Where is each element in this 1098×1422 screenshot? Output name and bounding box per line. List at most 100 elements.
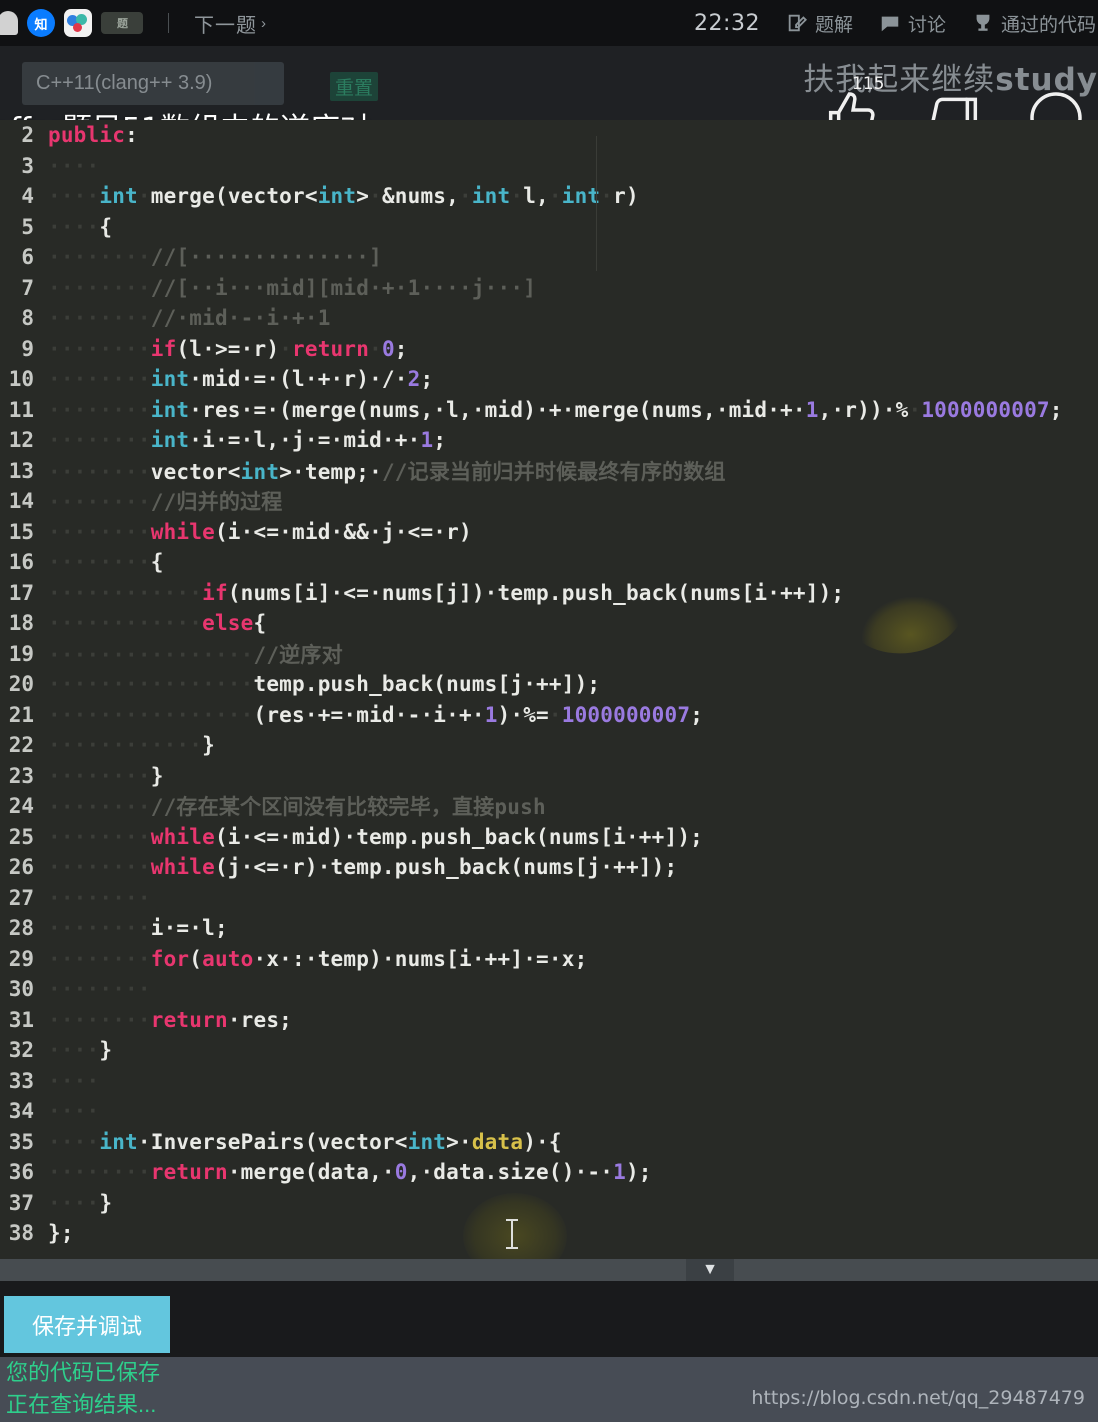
result-line: 您的代码已保存 [6, 1360, 161, 1385]
line-number: 3 [21, 153, 34, 178]
code-line: 7 ········//[··i···mid][mid·+·1····j···] [0, 273, 1098, 304]
code-text[interactable]: ···· [44, 1066, 1098, 1097]
discussion-tab-label: 讨论 [907, 14, 946, 36]
code-line: 20 ················temp.push_back(nums[j·… [0, 669, 1098, 700]
code-line: 19 ················//逆序对 [0, 639, 1098, 670]
code-line: 25 ········while(i·<=·mid)·temp.push_back… [0, 822, 1098, 853]
code-line: 23 ········} [0, 761, 1098, 792]
code-text[interactable]: ················(res·+=·mid·-·i·+·1)·%=·… [44, 700, 1098, 731]
code-line: 16 ········{ [0, 547, 1098, 578]
line-number: 27 [8, 885, 34, 910]
line-number: 32 [8, 1038, 34, 1063]
sub-header: C++11(clang++ 3.9) 重置 扶我起来继续study 115 [0, 46, 1098, 147]
code-text[interactable]: ················temp.push_back(nums[j·++… [44, 669, 1098, 700]
code-line: 12 ········int·i·=·l,·j·=·mid·+·1; [0, 425, 1098, 456]
code-text[interactable]: ········ [44, 883, 1098, 914]
code-text[interactable]: ········while(i·<=·mid·&&·j·<=·r) [44, 517, 1098, 548]
code-text[interactable]: ········int·mid·=·(l·+·r)·/·2; [44, 364, 1098, 395]
code-text[interactable]: ····int·InversePairs(vector<int>·data)·{ [44, 1127, 1098, 1158]
code-text[interactable]: ········vector<int>·temp;·//记录当前归并时候最终有序… [44, 456, 1098, 487]
language-select[interactable]: C++11(clang++ 3.9) [22, 62, 284, 105]
reset-code-button[interactable]: 重置 [330, 72, 379, 101]
discussion-tab[interactable]: 讨论 [879, 10, 946, 37]
code-text[interactable]: ········while(i·<=·mid)·temp.push_back(n… [44, 822, 1098, 853]
line-number: 31 [8, 1007, 34, 1032]
code-text[interactable]: ················//逆序对 [44, 639, 1098, 670]
code-text[interactable]: ········//[··i···mid][mid·+·1····j···] [44, 273, 1098, 304]
messenger-icon[interactable] [0, 11, 18, 35]
text-cursor-icon [506, 1219, 518, 1249]
code-text[interactable]: ········return·merge(data,·0,·data.size(… [44, 1157, 1098, 1188]
code-line: 28 ········i·=·l; [0, 913, 1098, 944]
indent-guide [596, 136, 597, 271]
code-line: 2 public: [0, 120, 1098, 151]
code-text[interactable]: ····int·merge(vector<int>·&nums,·int·l,·… [44, 181, 1098, 212]
code-text[interactable]: ········//归并的过程 [44, 486, 1098, 517]
vote-count: 115 [852, 74, 885, 94]
code-text[interactable]: ········while(j·<=·r)·temp.push_back(num… [44, 852, 1098, 883]
accepted-code-tab[interactable]: 通过的代码 [972, 10, 1096, 37]
code-text[interactable]: ····{ [44, 212, 1098, 243]
code-line: 15 ········while(i·<=·mid·&&·j·<=·r) [0, 517, 1098, 548]
code-text[interactable]: ········i·=·l; [44, 913, 1098, 944]
line-number: 2 [21, 123, 34, 148]
solution-tab[interactable]: 题解 [786, 10, 853, 37]
line-number: 5 [21, 214, 34, 239]
code-text[interactable]: ············} [44, 730, 1098, 761]
code-text[interactable]: ········int·i·=·l,·j·=·mid·+·1; [44, 425, 1098, 456]
code-text[interactable]: ········return·res; [44, 1005, 1098, 1036]
line-number: 29 [8, 946, 34, 971]
line-number: 24 [8, 794, 34, 819]
code-line: 3 ···· [0, 151, 1098, 182]
code-editor[interactable]: 2 public: 3 ···· 4 ····int·merge(vector<int>·… [0, 120, 1098, 1259]
next-question-button[interactable]: 下一题 › [194, 9, 267, 38]
code-text[interactable]: }; [44, 1218, 1098, 1249]
code-text[interactable]: ····} [44, 1188, 1098, 1219]
code-line: 34 ···· [0, 1096, 1098, 1127]
code-text[interactable]: ········ [44, 974, 1098, 1005]
line-number: 21 [8, 702, 34, 727]
code-text[interactable]: ········//·mid·-·i·+·1 [44, 303, 1098, 334]
code-line: 32 ····} [0, 1035, 1098, 1066]
code-text[interactable]: ············if(nums[i]·<=·nums[j])·temp.… [44, 578, 1098, 609]
code-text[interactable]: ········//存在某个区间没有比较完毕，直接push [44, 791, 1098, 822]
status-bar-actions: 22:32 题解 讨论 通过的代码 [694, 10, 1098, 37]
save-and-debug-button[interactable]: 保存并调试 [4, 1296, 170, 1353]
note-edit-icon [786, 12, 808, 34]
code-text[interactable]: ········if(l·>=·r)·return·0; [44, 334, 1098, 365]
code-line: 5 ····{ [0, 212, 1098, 243]
code-line: 11 ········int·res·=·(merge(nums,·l,·mid)… [0, 395, 1098, 426]
code-text[interactable]: ········for(auto·x·:·temp)·nums[i·++]·=·… [44, 944, 1098, 975]
line-number: 17 [8, 580, 34, 605]
code-text[interactable]: ····} [44, 1035, 1098, 1066]
line-number: 10 [8, 367, 34, 392]
code-text[interactable]: ············else{ [44, 608, 1098, 639]
code-text[interactable]: ········int·res·=·(merge(nums,·l,·mid)·+… [44, 395, 1098, 426]
solution-tab-label: 题解 [814, 14, 853, 36]
misc-app-icon[interactable]: 题 [101, 12, 143, 34]
line-number: 20 [8, 672, 34, 697]
panel-splitter[interactable]: ▼ [0, 1259, 1098, 1281]
code-text[interactable]: ········{ [44, 547, 1098, 578]
line-number: 19 [8, 641, 34, 666]
code-line: 6 ········//[··············] [0, 242, 1098, 273]
zhihu-icon[interactable]: 知 [27, 9, 55, 37]
code-line: 38}; [0, 1218, 1098, 1249]
code-line: 22 ············} [0, 730, 1098, 761]
cloud-app-icon[interactable] [64, 9, 92, 37]
code-text[interactable]: ········} [44, 761, 1098, 792]
chevron-down-icon[interactable]: ▼ [686, 1259, 734, 1281]
trophy-icon [972, 12, 994, 34]
line-number: 30 [8, 977, 34, 1002]
line-number: 9 [21, 336, 34, 361]
code-text[interactable]: ···· [44, 151, 1098, 182]
code-line: 13 ········vector<int>·temp;·//记录当前归并时候最终… [0, 456, 1098, 487]
line-number: 7 [21, 275, 34, 300]
line-number: 14 [8, 489, 34, 514]
code-line: 33 ···· [0, 1066, 1098, 1097]
line-number: 4 [21, 184, 34, 209]
code-line: 26 ········while(j·<=·r)·temp.push_back(n… [0, 852, 1098, 883]
code-text[interactable]: public: [44, 120, 1098, 151]
code-text[interactable]: ········//[··············] [44, 242, 1098, 273]
code-text[interactable]: ···· [44, 1096, 1098, 1127]
